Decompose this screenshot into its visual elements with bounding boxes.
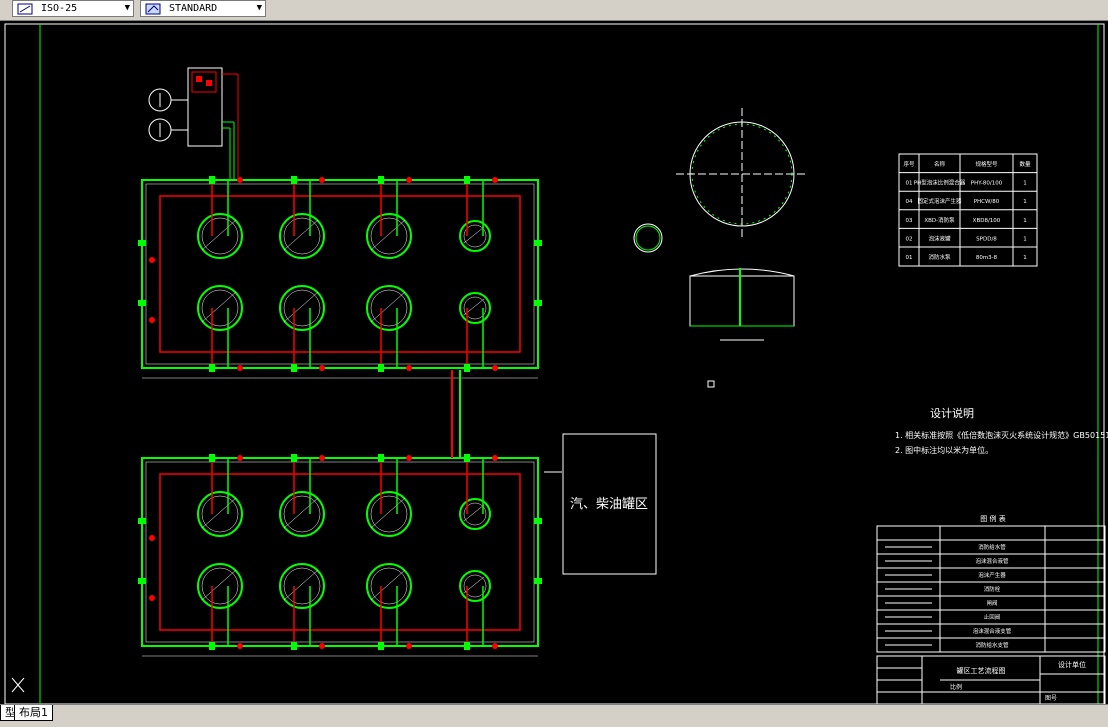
table-cell: 泡沫液罐	[928, 234, 951, 242]
table-cell: 1	[1023, 199, 1027, 205]
drawing-title: 罐区工艺流程图	[957, 666, 1006, 675]
legend-label: 泡沫混合液管	[975, 557, 1009, 565]
text-style-dropdown[interactable]: STANDARD ▼	[140, 0, 266, 17]
table-cell: 固定式泡沫产生器	[917, 197, 962, 205]
text-style-value: STANDARD	[169, 3, 218, 14]
legend-label: 消防给水管	[978, 543, 1006, 551]
table-cell: SPDD/8	[976, 236, 997, 242]
table-header-cell: 数量	[1019, 160, 1031, 168]
table-cell: 消防水泵	[928, 253, 951, 261]
legend-label: 消防栓	[984, 585, 1001, 593]
ucs-icon	[11, 677, 25, 693]
chevron-down-icon[interactable]: ▼	[125, 1, 130, 16]
tab-layout-1[interactable]: 布局1	[14, 705, 53, 721]
table-cell: 1	[1023, 218, 1027, 224]
dimension-style-dropdown[interactable]: ISO-25 ▼	[12, 0, 134, 17]
table-header-cell: 名称	[934, 160, 946, 168]
table-cell: 1	[1023, 236, 1027, 242]
table-cell: 80m3-8	[976, 255, 998, 261]
pump-station	[148, 67, 239, 180]
table-cell: 01	[906, 255, 913, 261]
table-cell: 02	[906, 236, 913, 242]
company-name: 设计单位	[1058, 660, 1086, 669]
tank-detail-section	[689, 268, 795, 388]
properties-toolbar: ISO-25 ▼ STANDARD ▼	[0, 0, 1108, 21]
table-cell: 04	[906, 199, 913, 205]
legend-label: 泡沫混合液支管	[973, 627, 1012, 635]
table-cell: 03	[906, 218, 913, 224]
legend-label: 消防给水支管	[975, 641, 1009, 649]
materials-table: 序号 名称 规格型号 数量01 PH型泡沫比例混合器 PHY-80/100 104 固定式泡沫…	[898, 153, 1038, 267]
text-style-icon	[145, 3, 161, 15]
tank-group-2	[138, 454, 542, 657]
drawing-canvas[interactable]: 汽、柴油罐区 序号 名称 规格型号 数量 01 PH型泡沫比例混合器 PHY-80/100 1…	[0, 21, 1108, 705]
layout-tabs-bar: 型 布局1	[0, 704, 1108, 727]
note-2: 2. 图中标注均以米为单位。	[895, 445, 993, 455]
tank-group-1	[138, 176, 542, 379]
table-header-cell: 规格型号	[975, 160, 998, 168]
storage-tank	[459, 292, 491, 324]
cad-drawing: 汽、柴油罐区 序号 名称 规格型号 数量01 PH型泡沫比例混合器 PHY-80/100 1…	[4, 23, 1108, 705]
legend-table: 消防给水管泡沫混合液管泡沫产生器消防栓闸阀止回阀泡沫混合液支管消防给水支管	[876, 525, 1106, 653]
table-cell: 01	[906, 181, 913, 187]
legend-label: 闸阀	[986, 599, 997, 607]
chevron-down-icon[interactable]: ▼	[257, 1, 262, 16]
legend-label: 止回阀	[984, 613, 1001, 621]
scale-label: 比例	[950, 683, 962, 691]
table-cell: XBD-消防泵	[924, 216, 955, 224]
tank-detail-plan	[633, 108, 808, 253]
storage-tank	[459, 498, 491, 530]
dimension-style-value: ISO-25	[41, 3, 78, 14]
table-header-cell: 序号	[903, 160, 915, 168]
note-1: 1. 相关标准按照《低倍数泡沫灭火系统设计规范》GB50151-2002。	[895, 430, 1108, 440]
storage-tank	[459, 570, 491, 602]
tank-area-label: 汽、柴油罐区	[570, 497, 648, 512]
notes-title: 设计说明	[930, 406, 974, 420]
table-cell: PH型泡沫比例混合器	[914, 179, 966, 187]
dimension-style-icon	[17, 3, 33, 15]
table-cell: 1	[1023, 255, 1027, 261]
legend-title: 图 例 表	[980, 514, 1005, 523]
title-block: 罐区工艺流程图 设计单位 比例 图号	[876, 655, 1106, 705]
legend-label: 泡沫产生器	[978, 571, 1006, 579]
table-cell: 1	[1023, 181, 1027, 187]
storage-tank	[459, 220, 491, 252]
table-cell: PHCW/80	[974, 199, 1000, 205]
sheet-label: 图号	[1045, 695, 1057, 702]
table-cell: XBD8/100	[973, 218, 1001, 224]
table-cell: PHY-80/100	[971, 181, 1003, 187]
